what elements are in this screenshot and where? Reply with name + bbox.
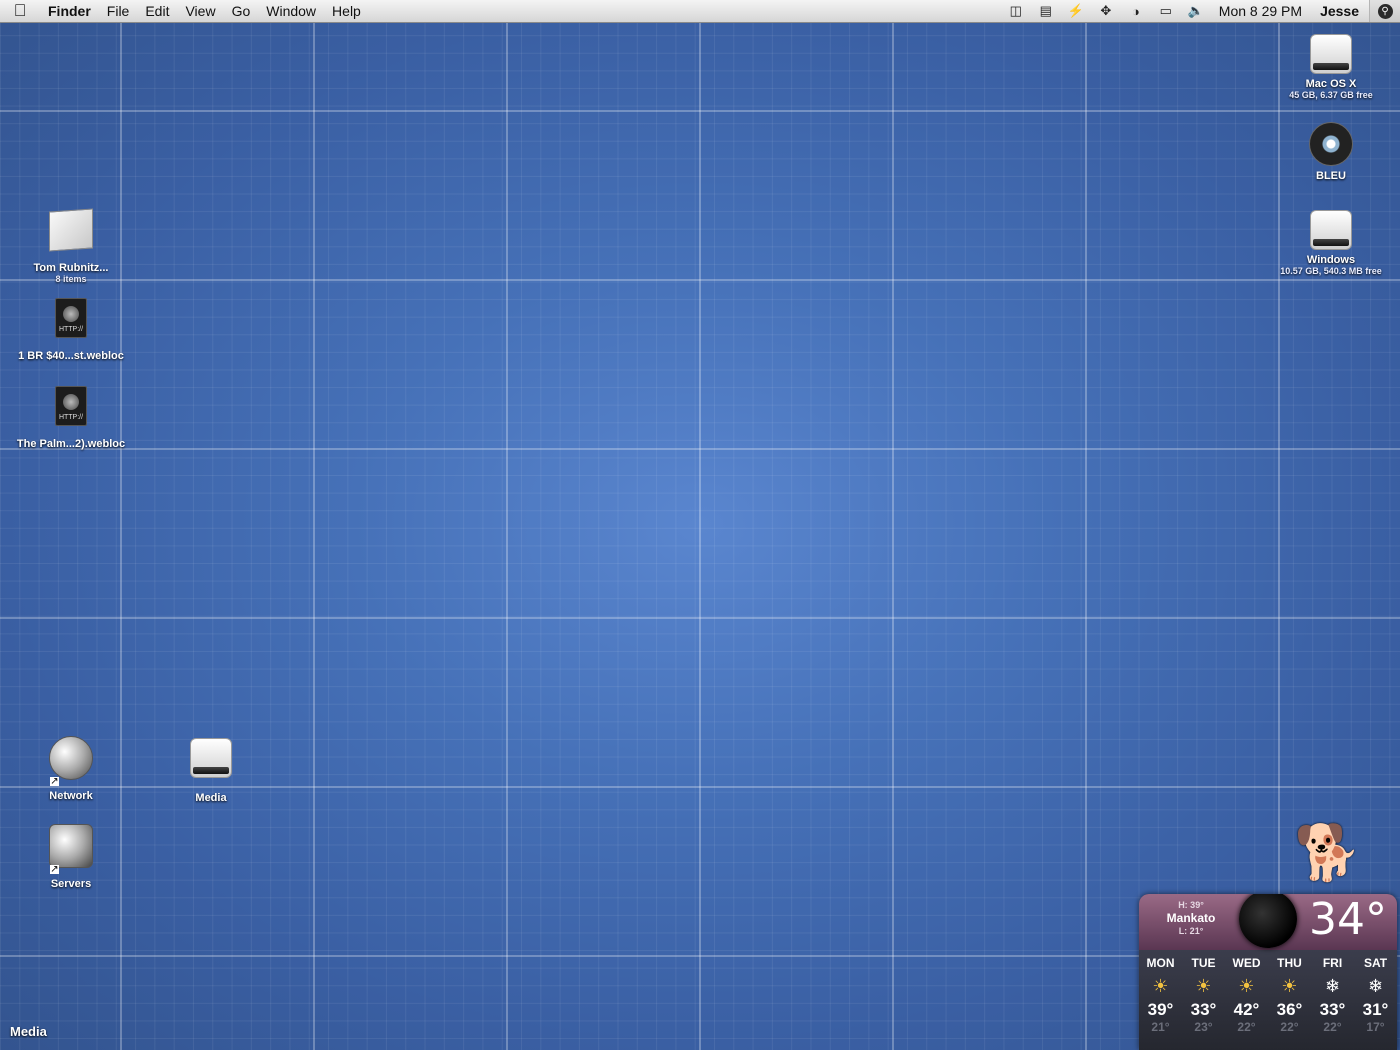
menu-help[interactable]: Help <box>324 3 369 19</box>
globe-glyph <box>63 306 79 322</box>
forecast-high: 39° <box>1147 1000 1174 1019</box>
forecast-day: FRI ❄ 33° 22° <box>1311 950 1354 1050</box>
forecast-day-name: TUE <box>1191 956 1216 970</box>
menu-user[interactable]: Jesse <box>1310 3 1369 19</box>
forecast-high: 42° <box>1233 1000 1260 1019</box>
webloc-badge: HTTP:// <box>58 326 84 333</box>
alias-arrow-icon: ↗ <box>50 776 59 787</box>
cd-icon <box>1309 122 1353 166</box>
icon-label: Tom Rubnitz... <box>33 262 109 274</box>
icon-label: Network <box>49 790 93 802</box>
apple-menu-icon[interactable]:  <box>0 1 40 21</box>
webloc-icon: HTTP:// <box>55 386 87 426</box>
server-icon <box>49 824 93 868</box>
wifi-icon[interactable]: ◑ <box>1121 4 1151 19</box>
spotlight-button[interactable]: ⚲ <box>1369 0 1400 22</box>
menu-edit[interactable]: Edit <box>137 3 177 19</box>
alias-arrow-icon: ↗ <box>50 864 59 875</box>
hard-drive-icon <box>1310 34 1352 74</box>
forecast-day-name: MON <box>1146 956 1175 970</box>
snow-cloud-icon: ❄ <box>1324 976 1341 996</box>
weather-header: H: 39° Mankato L: 21° 34° <box>1139 894 1397 950</box>
bluetooth-icon[interactable]: ✥ <box>1091 3 1121 19</box>
menu-go[interactable]: Go <box>224 3 259 19</box>
weather-widget[interactable]: H: 39° Mankato L: 21° 34° MON ☀ 39° 21° … <box>1139 894 1397 1050</box>
network-globe-icon <box>49 736 93 780</box>
icon-label: Media <box>195 792 227 804</box>
desktop-icon-media[interactable]: Media <box>146 738 276 804</box>
desktop-icon-servers[interactable]: ↗ Servers <box>6 824 136 890</box>
webloc-icon: HTTP:// <box>55 298 87 338</box>
forecast-low: 23° <box>1194 1020 1213 1034</box>
desktop-icon-folder[interactable]: Tom Rubnitz... 8 items <box>6 208 136 284</box>
volume-icon[interactable]: 🔈 <box>1181 3 1211 19</box>
forecast-high: 31° <box>1362 1000 1389 1019</box>
menu-bar:  Finder File Edit View Go Window Help ◫… <box>0 0 1400 23</box>
icon-label: 1 BR $40...st.webloc <box>18 350 124 362</box>
menu-window[interactable]: Window <box>258 3 324 19</box>
forecast-low: 21° <box>1151 1020 1170 1034</box>
desktop-icon-windows[interactable]: Windows 10.57 GB, 540.3 MB free <box>1266 210 1396 276</box>
forecast-low: 17° <box>1366 1020 1385 1034</box>
search-icon: ⚲ <box>1377 3 1393 19</box>
weather-current-temp: 34° <box>1309 894 1387 945</box>
dogcow-icon[interactable]: 🐕 <box>1294 826 1361 880</box>
forecast-day: THU ☀ 36° 22° <box>1268 950 1311 1050</box>
weather-low: L: 21° <box>1178 926 1204 936</box>
snow-cloud-icon: ❄ <box>1367 976 1384 996</box>
icon-label: The Palm...2).webloc <box>16 438 126 450</box>
forecast-low: 22° <box>1323 1020 1342 1034</box>
icon-label: BLEU <box>1316 170 1346 182</box>
forecast-day: MON ☀ 39° 21° <box>1139 950 1182 1050</box>
forecast-high: 36° <box>1276 1000 1303 1019</box>
folder-icon <box>49 208 93 252</box>
icon-label: Servers <box>50 878 92 890</box>
forecast-high: 33° <box>1190 1000 1217 1019</box>
sun-icon: ☀ <box>1281 976 1298 996</box>
hover-label-media: Media <box>10 1024 47 1039</box>
desktop-icon-mac-os-x[interactable]: Mac OS X 45 GB, 6.37 GB free <box>1266 34 1396 100</box>
forecast-day: TUE ☀ 33° 23° <box>1182 950 1225 1050</box>
sun-icon: ☀ <box>1238 976 1255 996</box>
forecast-day-name: THU <box>1277 956 1302 970</box>
globe-glyph <box>63 394 79 410</box>
forecast-day-name: FRI <box>1322 956 1343 970</box>
forecast-low: 22° <box>1280 1020 1299 1034</box>
power-icon[interactable]: ▭ <box>1151 3 1181 19</box>
weather-city: Mankato <box>1166 911 1216 925</box>
weather-forecast: MON ☀ 39° 21° TUE ☀ 33° 23° WED ☀ 42° 22… <box>1139 950 1397 1050</box>
menu-app-name[interactable]: Finder <box>40 3 99 19</box>
menu-view[interactable]: View <box>177 3 223 19</box>
hard-drive-icon <box>1310 210 1352 250</box>
forecast-day-name: SAT <box>1363 956 1388 970</box>
desktop-grid-major <box>0 0 1400 1050</box>
battery-meter-icon[interactable]: ▤ <box>1031 3 1061 19</box>
weather-hilo: H: 39° Mankato L: 21° <box>1163 899 1219 938</box>
webloc-badge: HTTP:// <box>58 414 84 421</box>
bolt-icon[interactable]: ⚡ <box>1061 3 1091 19</box>
desktop-grid-minor <box>0 0 1400 1050</box>
sun-icon: ☀ <box>1152 976 1169 996</box>
icon-sublabel: 10.57 GB, 540.3 MB free <box>1280 266 1382 276</box>
screens-icon[interactable]: ◫ <box>1001 3 1031 19</box>
desktop-icon-webloc-2[interactable]: HTTP:// The Palm...2).webloc <box>6 386 136 450</box>
icon-sublabel: 8 items <box>55 274 87 284</box>
icon-label: Mac OS X <box>1305 78 1357 90</box>
desktop-icon-network[interactable]: ↗ Network <box>6 736 136 802</box>
forecast-high: 33° <box>1319 1000 1346 1019</box>
hard-drive-icon <box>190 738 232 778</box>
forecast-day: SAT ❄ 31° 17° <box>1354 950 1397 1050</box>
forecast-low: 22° <box>1237 1020 1256 1034</box>
icon-sublabel: 45 GB, 6.37 GB free <box>1289 90 1373 100</box>
sun-icon: ☀ <box>1195 976 1212 996</box>
desktop-icon-bleu[interactable]: BLEU <box>1266 122 1396 182</box>
forecast-day: WED ☀ 42° 22° <box>1225 950 1268 1050</box>
icon-label: Windows <box>1306 254 1356 266</box>
moon-icon <box>1239 894 1297 948</box>
desktop-icon-webloc-1[interactable]: HTTP:// 1 BR $40...st.webloc <box>6 298 136 362</box>
forecast-day-name: WED <box>1232 956 1261 970</box>
menu-file[interactable]: File <box>99 3 138 19</box>
menu-clock[interactable]: Mon 8 29 PM <box>1211 3 1310 19</box>
